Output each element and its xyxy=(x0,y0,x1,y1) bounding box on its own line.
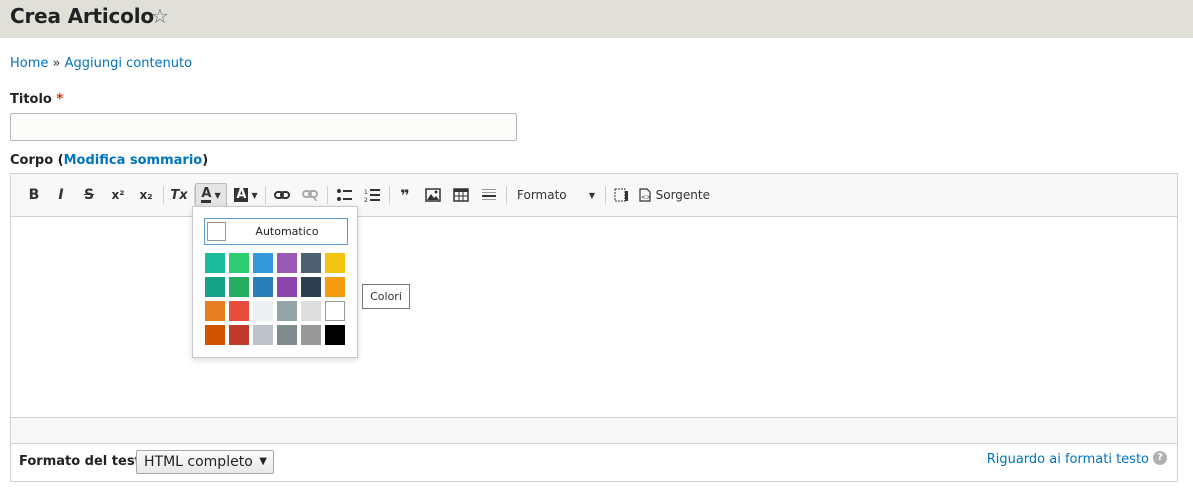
color-swatch[interactable] xyxy=(325,301,345,321)
color-swatch[interactable] xyxy=(253,277,273,297)
color-swatch[interactable] xyxy=(277,325,297,345)
body-label-text: Corpo xyxy=(10,153,54,168)
toolbar-separator xyxy=(265,186,266,204)
color-swatch[interactable] xyxy=(205,301,225,321)
blockquote-button[interactable]: ❞ xyxy=(394,183,416,207)
source-icon: <> xyxy=(639,188,651,202)
table-button[interactable] xyxy=(450,183,472,207)
breadcrumb-add-content-link[interactable]: Aggiungi contenuto xyxy=(65,56,192,71)
text-color-icon: A xyxy=(201,186,212,203)
color-picker-panel: Automatico xyxy=(192,206,358,358)
format-dropdown[interactable]: Formato ▼ xyxy=(511,183,601,207)
chevron-down-icon: ▼ xyxy=(588,190,595,200)
italic-button[interactable]: I xyxy=(51,183,71,207)
toolbar-separator xyxy=(506,186,507,204)
color-swatch[interactable] xyxy=(325,325,345,345)
quote-icon: ❞ xyxy=(400,185,410,205)
text-formats-help-link[interactable]: Riguardo ai formati testo xyxy=(987,452,1149,467)
numbered-list-icon: 12 xyxy=(364,189,380,202)
title-input[interactable] xyxy=(10,113,517,141)
editor-toolbar: B I S x² x₂ Tx A ▼ A ▼ 12 ❞ Formato ▼ <>… xyxy=(11,174,1177,217)
page-title: Crea Articolo xyxy=(10,4,154,28)
toolbar-separator xyxy=(605,186,606,204)
breadcrumb-separator: » xyxy=(52,56,61,71)
color-swatch[interactable] xyxy=(253,325,273,345)
svg-text:2: 2 xyxy=(364,197,368,202)
show-blocks-button[interactable] xyxy=(610,183,632,207)
remove-format-button[interactable]: Tx xyxy=(168,183,190,207)
toolbar-separator xyxy=(389,186,390,204)
svg-text:1: 1 xyxy=(364,189,368,196)
body-label-close: ) xyxy=(202,153,209,168)
color-swatch[interactable] xyxy=(229,253,249,273)
body-label: Corpo (Modifica sommario) xyxy=(10,153,208,168)
color-swatch[interactable] xyxy=(277,301,297,321)
link-button[interactable] xyxy=(271,183,293,207)
toolbar-separator xyxy=(163,186,164,204)
text-format-selected: HTML completo xyxy=(144,454,253,470)
subscript-button[interactable]: x₂ xyxy=(135,183,157,207)
horizontal-rule-icon xyxy=(482,189,496,200)
edit-summary-link[interactable]: Modifica sommario xyxy=(64,153,203,168)
unlink-button[interactable] xyxy=(299,183,321,207)
color-swatch[interactable] xyxy=(205,277,225,297)
text-format-label: Formato del testo xyxy=(19,454,150,469)
superscript-button[interactable]: x² xyxy=(107,183,129,207)
color-swatch[interactable] xyxy=(253,253,273,273)
link-icon xyxy=(274,191,290,199)
image-icon xyxy=(425,188,441,202)
color-swatch[interactable] xyxy=(301,301,321,321)
page-header: Crea Articolo ☆ xyxy=(0,0,1193,38)
automatic-color-label: Automatico xyxy=(255,225,319,238)
svg-text:<>: <> xyxy=(641,194,651,201)
table-icon xyxy=(453,188,469,202)
background-color-button[interactable]: A ▼ xyxy=(231,183,261,207)
image-button[interactable] xyxy=(422,183,444,207)
numbered-list-button[interactable]: 12 xyxy=(361,183,383,207)
color-swatch[interactable] xyxy=(229,277,249,297)
body-editor: B I S x² x₂ Tx A ▼ A ▼ 12 ❞ Formato ▼ <>… xyxy=(10,173,1178,444)
color-swatch[interactable] xyxy=(277,253,297,273)
chevron-down-icon: ▼ xyxy=(259,456,267,467)
chevron-down-icon: ▼ xyxy=(251,190,258,200)
bold-button[interactable]: B xyxy=(24,183,44,207)
text-color-button[interactable]: A ▼ xyxy=(195,183,227,207)
toolbar-separator xyxy=(327,186,328,204)
help-icon[interactable]: ? xyxy=(1153,451,1167,465)
color-swatch[interactable] xyxy=(229,301,249,321)
color-swatch[interactable] xyxy=(325,277,345,297)
text-format-row: Formato del testo HTML completo ▼ Riguar… xyxy=(10,444,1178,482)
breadcrumb: Home » Aggiungi contenuto xyxy=(10,56,192,71)
color-swatch[interactable] xyxy=(205,325,225,345)
title-label: Titolo * xyxy=(10,92,63,107)
star-outline-icon[interactable]: ☆ xyxy=(151,4,169,28)
color-swatch[interactable] xyxy=(325,253,345,273)
editor-status-bar xyxy=(11,417,1177,443)
bulleted-list-icon xyxy=(337,189,352,201)
color-swatch[interactable] xyxy=(229,325,249,345)
breadcrumb-home-link[interactable]: Home xyxy=(10,56,48,71)
text-format-select[interactable]: HTML completo ▼ xyxy=(136,450,274,474)
required-mark: * xyxy=(56,92,64,107)
show-blocks-icon xyxy=(614,188,628,202)
automatic-color-button[interactable]: Automatico xyxy=(204,218,348,245)
color-swatch[interactable] xyxy=(301,325,321,345)
editor-content-area[interactable] xyxy=(11,217,1177,417)
background-color-icon: A xyxy=(234,187,249,202)
colors-tooltip: Colori xyxy=(362,284,410,309)
color-swatch[interactable] xyxy=(205,253,225,273)
color-swatch[interactable] xyxy=(277,277,297,297)
horizontal-rule-button[interactable] xyxy=(478,183,500,207)
unlink-icon xyxy=(302,190,318,201)
chevron-down-icon: ▼ xyxy=(214,190,221,200)
color-swatch[interactable] xyxy=(301,277,321,297)
source-button[interactable]: <> Sorgente xyxy=(638,183,710,207)
color-swatch[interactable] xyxy=(301,253,321,273)
format-dropdown-label: Formato xyxy=(517,188,567,202)
source-button-label: Sorgente xyxy=(655,188,710,202)
bulleted-list-button[interactable] xyxy=(333,183,355,207)
color-swatch[interactable] xyxy=(253,301,273,321)
strikethrough-button[interactable]: S xyxy=(79,183,99,207)
title-label-text: Titolo xyxy=(10,92,52,107)
